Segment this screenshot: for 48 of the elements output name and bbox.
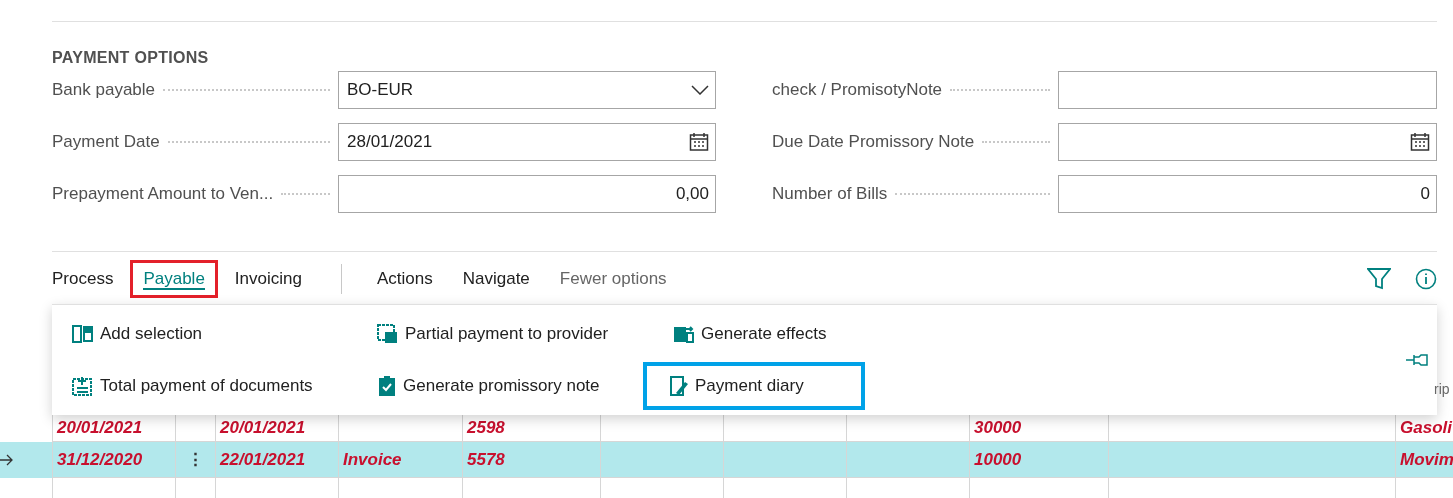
document-pen-icon [669,375,689,397]
table-cell: Gasoli [1400,418,1452,438]
field-label: Number of Bills [772,184,888,204]
table-cell: Invoice [343,449,402,470]
calendar-icon[interactable] [689,132,709,152]
column-header: rip [1434,381,1450,397]
dropdown-field[interactable]: BO-EUR [338,71,716,109]
action-button[interactable]: Partial payment to provider [369,310,665,358]
menu-tab[interactable]: Process [39,260,127,298]
fewer-options-link[interactable]: Fewer options [546,260,680,298]
more-options-icon[interactable]: ⋮ [187,449,204,470]
menu-tab[interactable]: Payable [130,260,218,298]
table-cell: 30000 [974,418,1022,438]
section-title: PAYMENT OPTIONS [52,49,210,67]
field-label: Bank payable [52,80,156,100]
menu-tab[interactable]: Invoicing [221,260,315,298]
action-button[interactable]: Total payment of documents [64,362,369,410]
field-label: Payment Date [52,132,160,152]
info-icon[interactable] [1415,268,1437,290]
table-cell: Movim [1400,449,1453,470]
menu-tab[interactable]: Navigate [449,260,543,298]
calendar-icon[interactable] [1410,132,1430,152]
pin-icon[interactable] [1405,352,1429,368]
input-field[interactable] [1058,123,1437,161]
field-label: check / PromisotyNote [772,80,943,100]
input-field[interactable] [1058,71,1437,109]
menu-tab[interactable]: Actions [363,260,446,298]
table-cell: 22/01/2021 [220,449,306,470]
table-cell: 10000 [974,449,1022,470]
table-cell: 31/12/2020 [57,449,143,470]
field-label: Due Date Promissory Note [772,132,975,152]
clipboard-check-icon [377,375,397,397]
input-field[interactable]: 0 [1058,175,1437,213]
action-button[interactable]: Add selection [64,310,369,358]
table-cell: 20/01/2021 [57,418,143,438]
action-button[interactable]: Generate effects [665,310,905,358]
list-plus-icon [72,376,94,396]
table-row[interactable]: 31/12/2020 ⋮ 22/01/2021 Invoice 5578 10000 Movim [0,442,1453,478]
table-cell: 5578 [467,449,505,470]
action-button[interactable]: Payment diary [643,362,865,410]
input-field[interactable]: 28/01/2021 [338,123,716,161]
table-cell: 20/01/2021 [220,418,306,438]
chevron-down-icon[interactable] [691,85,709,95]
filter-icon[interactable] [1367,268,1391,290]
field-label: Prepayment Amount to Ven... [52,184,274,204]
input-field[interactable]: 0,00 [338,175,716,213]
arrow-right-icon [0,454,14,466]
table-cell: 2598 [467,418,505,438]
